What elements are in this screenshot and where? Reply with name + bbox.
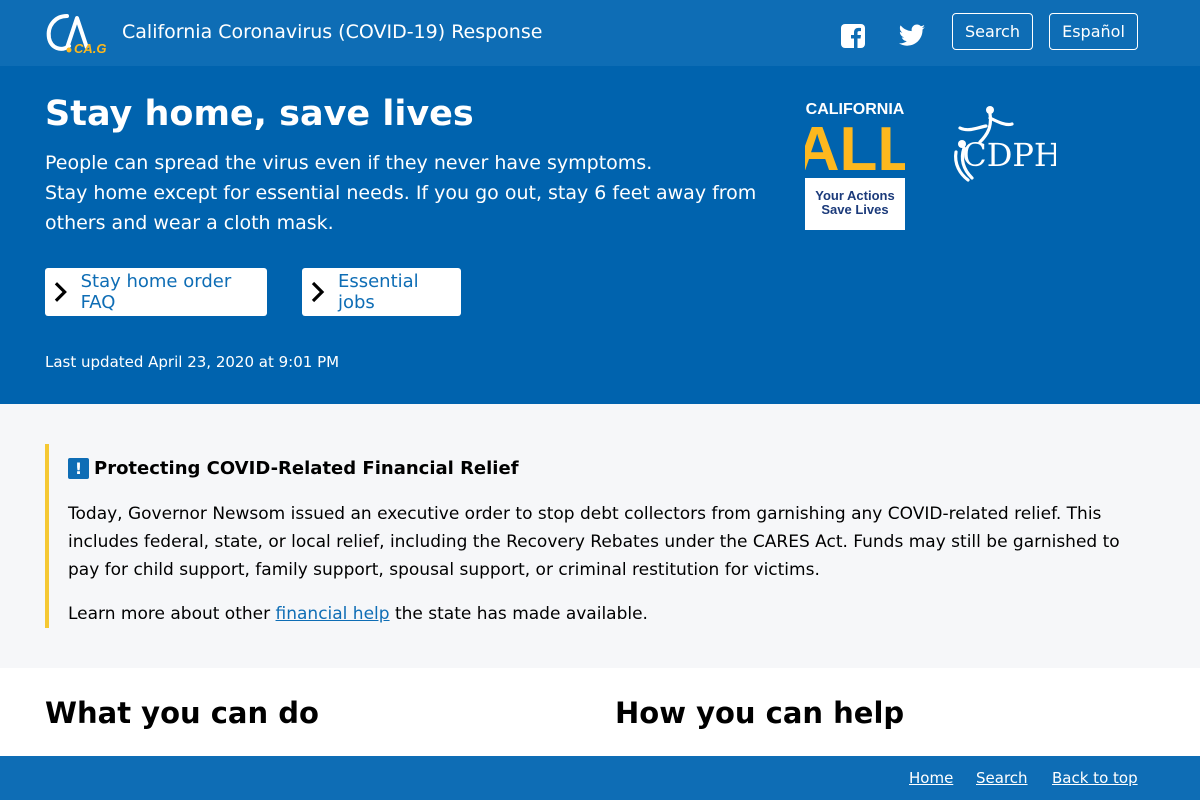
ca-all-big-text: ALL (805, 115, 905, 184)
alert-title: ! Protecting COVID-Related Financial Rel… (68, 458, 519, 479)
footer-back-to-top-link[interactable]: Back to top (1052, 769, 1138, 787)
site-header: CA.GOV California Coronavirus (COVID-19)… (0, 0, 1200, 66)
facebook-icon[interactable] (840, 23, 866, 49)
cdph-logo: CDPH (954, 106, 1056, 182)
last-updated-text: Last updated April 23, 2020 at 9:01 PM (45, 353, 340, 371)
ca-gov-logo[interactable]: CA.GOV (45, 12, 107, 56)
california-all-logo: CALIFORNIA ALL Your Actions Save Lives (805, 101, 905, 230)
hero-line-2: Stay home except for essential needs. If… (45, 182, 757, 234)
hero-title: Stay home, save lives (45, 94, 474, 134)
hero-section: Stay home, save lives People can spread … (0, 66, 1200, 404)
essential-jobs-label: Essential jobs (337, 271, 419, 313)
hero-text: People can spread the virus even if they… (45, 148, 765, 238)
chevron-right-icon (311, 281, 325, 303)
exclamation-icon: ! (68, 458, 89, 479)
footer-home-link[interactable]: Home (909, 769, 953, 787)
ca-all-tag-1: Your Actions (815, 188, 894, 203)
essential-jobs-button[interactable]: Essential jobs (302, 268, 461, 316)
logo-text: CA.GOV (74, 41, 107, 56)
site-footer: Home Search Back to top (0, 756, 1200, 800)
alert-section: ! Protecting COVID-Related Financial Rel… (0, 404, 1200, 668)
stay-home-faq-button[interactable]: Stay home order FAQ (45, 268, 267, 316)
cdph-text: CDPH (962, 136, 1056, 174)
header-search-button[interactable]: Search (952, 13, 1033, 50)
how-you-can-help-heading: How you can help (615, 696, 905, 730)
financial-help-link[interactable]: financial help (276, 604, 390, 624)
alert-title-text: Protecting COVID-Related Financial Relie… (94, 458, 519, 479)
language-espanol-button[interactable]: Español (1049, 13, 1138, 50)
hero-line-1: People can spread the virus even if they… (45, 152, 653, 174)
footer-search-link[interactable]: Search (976, 769, 1028, 787)
chevron-right-icon (54, 282, 67, 302)
site-title[interactable]: California Coronavirus (COVID-19) Respon… (122, 21, 542, 43)
alert-learn-more: Learn more about other financial help th… (68, 600, 648, 628)
stay-home-faq-label: Stay home order FAQ (80, 271, 232, 313)
alert-body: Today, Governor Newsom issued an executi… (68, 504, 1120, 580)
what-you-can-do-heading: What you can do (45, 696, 319, 730)
alert-more-prefix: Learn more about other (68, 604, 276, 624)
financial-relief-alert: ! Protecting COVID-Related Financial Rel… (45, 444, 1155, 628)
ca-all-tag-2: Save Lives (821, 202, 888, 217)
twitter-icon[interactable] (898, 23, 926, 49)
alert-more-suffix: the state has made available. (389, 604, 648, 624)
